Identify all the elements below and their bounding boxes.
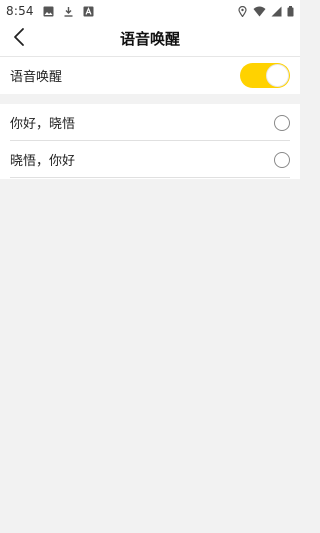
status-bar: 8:54: [0, 0, 300, 22]
a-notification-icon: [83, 6, 94, 17]
wake-phrase-label: 晓悟，你好: [10, 154, 76, 169]
voice-wake-label: 语音唤醒: [10, 70, 63, 85]
divider: [10, 177, 290, 178]
image-icon: [43, 6, 54, 17]
wake-phrase-item[interactable]: 晓悟，你好: [0, 141, 300, 178]
wake-phrase-label: 你好，晓悟: [10, 117, 76, 132]
status-left: 8:54: [6, 4, 94, 18]
status-right: [237, 5, 294, 18]
location-icon: [237, 5, 248, 18]
wake-phrase-list: 你好，晓悟 晓悟，你好: [0, 104, 300, 179]
radio-button[interactable]: [274, 114, 290, 131]
download-icon: [63, 6, 74, 17]
signal-icon: [271, 6, 282, 17]
toggle-knob: [266, 64, 289, 87]
battery-icon: [287, 5, 294, 17]
radio-button[interactable]: [274, 151, 290, 168]
page-title: 语音唤醒: [119, 30, 180, 48]
status-time: 8:54: [6, 4, 34, 18]
chevron-left-icon: [12, 27, 26, 51]
voice-wake-toggle[interactable]: [240, 63, 290, 88]
wake-phrase-item[interactable]: 你好，晓悟: [0, 104, 300, 141]
app-bar: 语音唤醒: [0, 22, 300, 57]
back-button[interactable]: [6, 26, 32, 52]
voice-wake-setting-row: 语音唤醒: [0, 57, 300, 94]
screen: 8:54 语音唤醒 语音唤醒 你好，晓悟 晓悟，你好: [0, 0, 300, 533]
wifi-icon: [253, 6, 266, 17]
